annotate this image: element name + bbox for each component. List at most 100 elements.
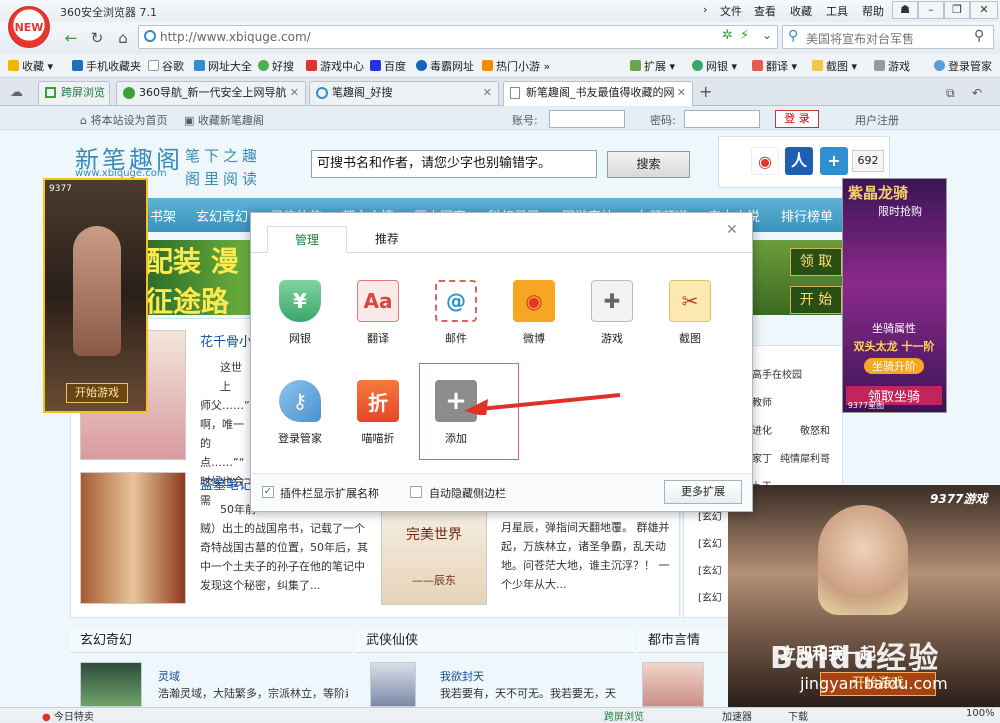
dialog-close-icon[interactable]: ✕ (726, 222, 738, 238)
banner-start-button[interactable]: 开 始 (790, 286, 842, 314)
list-item[interactable]: 进化 (752, 422, 772, 437)
bookmark-google[interactable]: 谷歌 (148, 58, 184, 74)
set-homepage-link[interactable]: ⌂ 将本站设为首页 (80, 112, 167, 128)
close-button[interactable]: ✕ (970, 1, 998, 19)
toolbar-login-manager[interactable]: 登录管家 (934, 58, 992, 74)
tab-manage[interactable]: 管理 (267, 226, 347, 253)
weibo-share-icon[interactable]: ◉ (751, 147, 779, 175)
toolbar-screenshot[interactable]: 截图 ▾ (812, 58, 857, 74)
tab-recommend[interactable]: 推荐 (347, 226, 427, 253)
bookmark-favorites[interactable]: 收藏 ▾ (8, 58, 53, 74)
ext-login-manager[interactable]: ⚷ 登录管家 (269, 380, 331, 446)
menu-view[interactable]: 查看 (754, 3, 776, 19)
section-xuanhuan[interactable]: 玄幻奇幻 (70, 629, 352, 653)
maximize-button[interactable]: ❐ (944, 1, 970, 19)
ext-games[interactable]: ✚ 游戏 (581, 280, 643, 346)
account-input[interactable] (549, 110, 625, 128)
ext-translate[interactable]: Aa 翻译 (347, 280, 409, 346)
book-title-huaqiangu[interactable]: 花千骨小 (200, 331, 252, 350)
undo-close-icon[interactable]: ↶ (972, 86, 982, 100)
bookmark-game-center[interactable]: 游戏中心 (306, 58, 364, 74)
status-accelerator[interactable]: 加速器 (722, 708, 752, 723)
ext-weibo[interactable]: ◉ 微博 (503, 280, 565, 346)
game-banner-ad[interactable]: 配装 漫征途路 (145, 240, 255, 315)
skin-icon[interactable]: ☗ (892, 1, 918, 19)
status-download[interactable]: 下载 (788, 708, 808, 723)
tab-xbiquge[interactable]: 新笔趣阁_书友最值得收藏的网 ✕ (503, 81, 693, 107)
list-item-author[interactable]: 敬怒和 (800, 422, 830, 437)
ext-screenshot[interactable]: ✂ 截图 (659, 280, 721, 346)
list-item-author[interactable]: 纯情犀利哥 (780, 450, 830, 465)
cat-ranking[interactable]: 排行榜单 (781, 206, 833, 225)
status-today-deals[interactable]: ● 今日特卖 (42, 708, 94, 723)
register-link[interactable]: 用户注册 (855, 112, 899, 128)
home-button[interactable]: ⌂ (112, 27, 134, 49)
search-go-icon[interactable]: ⚲ (974, 28, 984, 44)
section-wuxia[interactable]: 武侠仙侠 (356, 629, 634, 653)
bookmark-duba[interactable]: 毒霸网址 (416, 58, 474, 74)
ext-mail[interactable]: @ 邮件 (425, 280, 487, 346)
status-cross-screen[interactable]: 跨屏浏览 (604, 708, 644, 723)
renren-share-icon[interactable]: 人 (785, 147, 813, 175)
toolbar-extensions[interactable]: 扩展 ▾ (630, 58, 675, 74)
menu-help[interactable]: 帮助 (862, 3, 884, 19)
tab-cross-screen[interactable]: 跨屏浏览 (38, 81, 110, 105)
section-dushi[interactable]: 都市言情 (638, 629, 728, 653)
book-title-lingyu[interactable]: 灵域 (158, 668, 180, 684)
password-input[interactable] (684, 110, 760, 128)
restore-tab-icon[interactable]: ⧉ (946, 86, 955, 101)
toolbar-games[interactable]: 游戏 (874, 58, 910, 74)
book-cover-wanmeishijie[interactable]: 完美世界 ——辰东 (381, 505, 487, 605)
tab-360-nav[interactable]: 360导航_新一代安全上网导航 ✕ (116, 81, 306, 105)
book-cover-woyufengtian[interactable] (370, 662, 416, 707)
list-item[interactable]: 高手在校园 (752, 366, 802, 381)
bookmark-site-link[interactable]: ▣ 收藏新笔趣阁 (184, 112, 264, 128)
toolbar-translate[interactable]: 翻译 ▾ (752, 58, 797, 74)
book-title-woyufengtian[interactable]: 我欲封天 (440, 668, 484, 684)
tab-close-icon[interactable]: ✕ (483, 82, 492, 104)
address-dropdown-icon[interactable]: ⌄ (762, 28, 772, 42)
reload-button[interactable]: ↻ (86, 27, 108, 49)
show-names-checkbox[interactable]: ✓ (262, 486, 274, 498)
browser-logo[interactable]: NEW (8, 6, 50, 48)
minimize-button[interactable]: – (918, 1, 944, 19)
tab-close-icon[interactable]: ✕ (677, 82, 686, 104)
address-text[interactable]: http://www.xbiquge.com/ (160, 30, 311, 44)
book-cover-lingyu[interactable] (80, 662, 142, 707)
menu-file[interactable]: 文件 (720, 3, 742, 19)
book-title-daomubiji[interactable]: 盗墓笔记 (200, 474, 252, 493)
cat-xuanhuan[interactable]: 玄幻奇幻 (196, 206, 248, 225)
bookmark-hao[interactable]: 网址大全 (194, 58, 252, 74)
more-extensions-button[interactable]: 更多扩展 (664, 480, 742, 504)
bookmark-mobile[interactable]: 手机收藏夹 (72, 58, 141, 74)
tab-biquge-haosou[interactable]: 笔趣阁_好搜 ✕ (309, 81, 499, 105)
new-tab-button[interactable]: + (699, 82, 712, 101)
list-item[interactable]: 教师 (752, 394, 772, 409)
menu-tools[interactable]: 工具 (826, 3, 848, 19)
security-icon[interactable]: ✲ (722, 28, 733, 43)
login-button[interactable]: 登 录 (775, 110, 819, 128)
auto-hide-checkbox[interactable] (410, 486, 422, 498)
back-button[interactable]: ← (60, 27, 82, 49)
bookmark-haosou[interactable]: 好搜 (258, 58, 294, 74)
book-cover-dushi[interactable] (642, 662, 704, 707)
banner-claim-button[interactable]: 领 取 (790, 248, 842, 276)
search-placeholder[interactable]: 美国将宣布对台军售 (806, 30, 914, 47)
toolbar-bank[interactable]: 网银 ▾ (692, 58, 737, 74)
list-item[interactable]: 家丁 (752, 450, 772, 465)
ext-bank[interactable]: ¥ 网银 (269, 280, 331, 346)
book-cover-daomubiji[interactable] (80, 472, 186, 604)
status-zoom[interactable]: 100% (966, 708, 995, 719)
menu-favorites[interactable]: 收藏 (790, 3, 812, 19)
left-ad-start-button[interactable]: 开始游戏 (66, 383, 128, 403)
speed-icon[interactable]: ⚡ (740, 28, 749, 43)
site-search-input[interactable]: 可搜书名和作者，请您少字也别输错字。 (311, 150, 597, 178)
cloud-icon[interactable]: ☁ (10, 85, 23, 100)
cat-bookshelf[interactable]: 书架 (150, 206, 176, 225)
site-search-button[interactable]: 搜索 (607, 151, 690, 178)
more-share-icon[interactable]: + (820, 147, 848, 175)
bookmark-mini-games[interactable]: 热门小游 » (482, 58, 550, 74)
left-float-ad[interactable]: 9377 (43, 178, 148, 413)
menu-chevron-icon[interactable]: › (703, 3, 707, 16)
tab-close-icon[interactable]: ✕ (290, 82, 299, 104)
